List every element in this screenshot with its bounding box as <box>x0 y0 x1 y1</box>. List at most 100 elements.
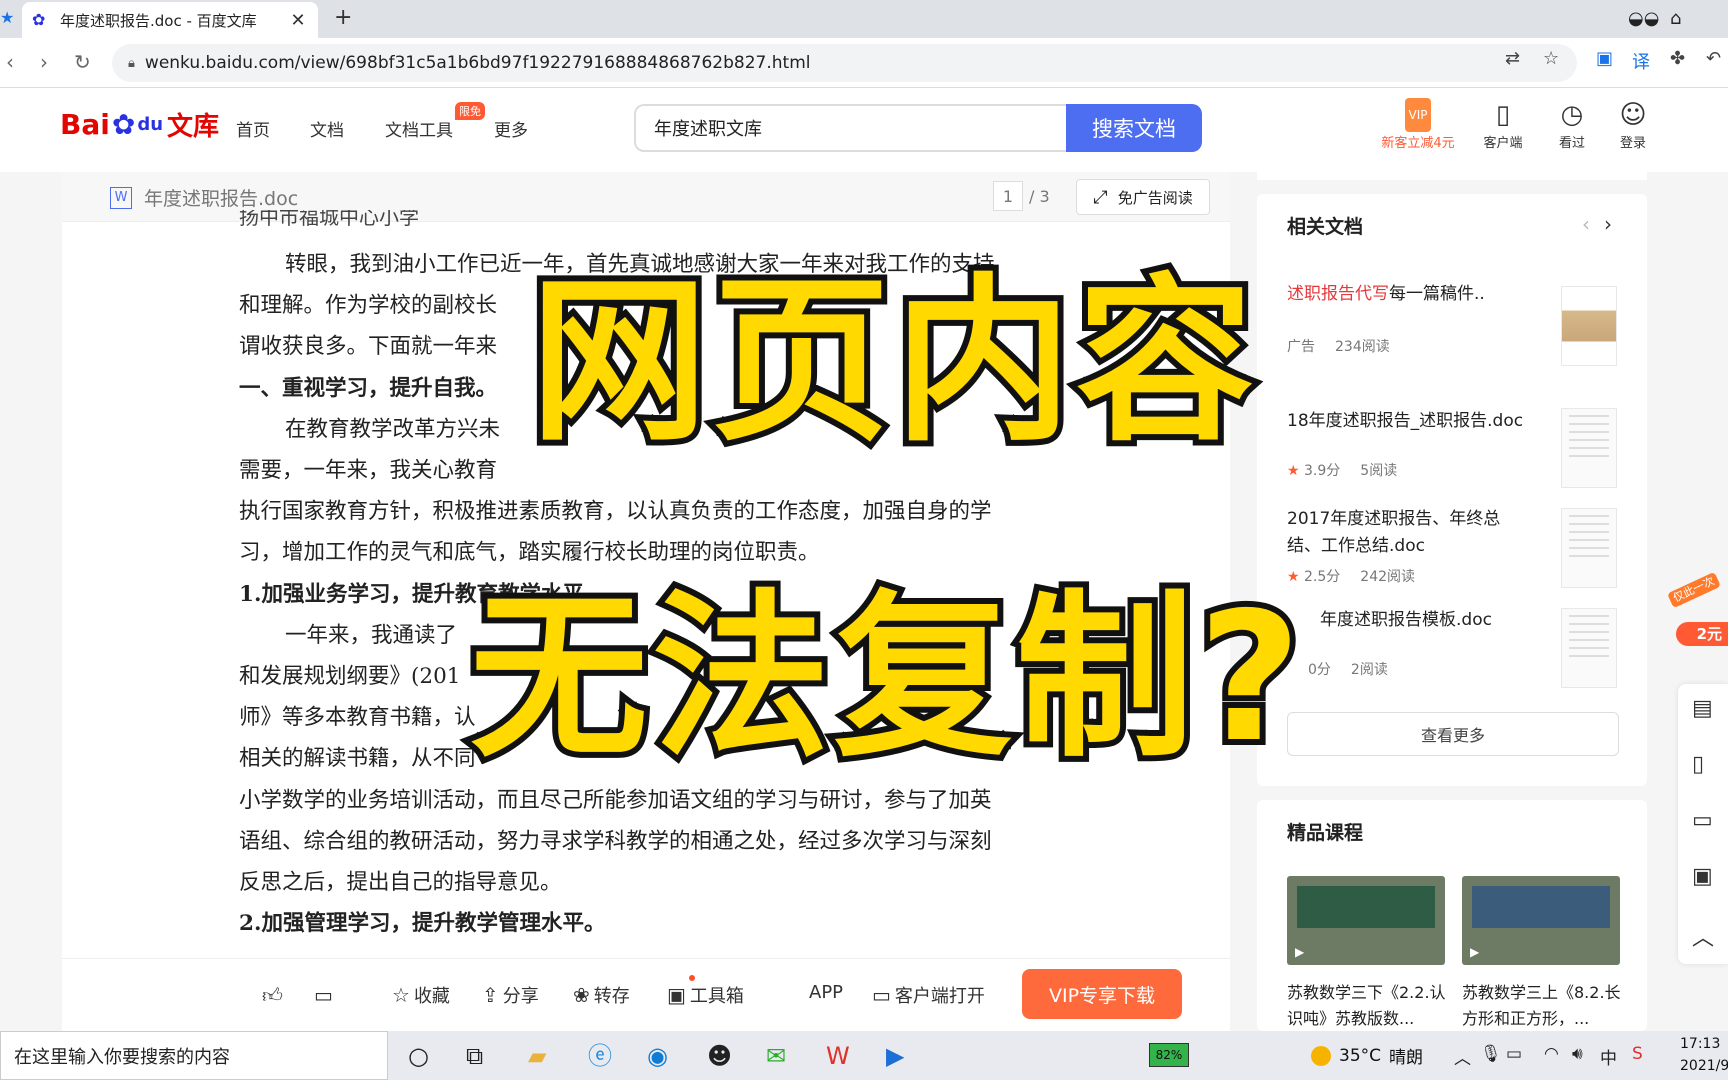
expand-icon: ⤢ <box>1093 186 1108 208</box>
edge-icon[interactable]: ◉ <box>647 1041 668 1071</box>
doc-paragraph: 执行国家教育方针，积极推进素质教育，以认真负责的工作态度，加强自身的学 <box>239 499 992 525</box>
login-button[interactable]: ☺ 登录 <box>1615 98 1651 151</box>
read-count: 242阅读 <box>1360 569 1416 585</box>
close-tab-icon[interactable]: ✕ <box>288 10 308 31</box>
ad-prefix: 述职报告代写 <box>1287 284 1389 304</box>
forward-icon[interactable]: › <box>40 50 48 74</box>
nav-doc-tools[interactable]: 文档工具 <box>385 116 453 141</box>
baidu-wenku-logo[interactable]: Bai ✿ du 文库 <box>60 102 219 146</box>
url-field[interactable]: 🔒︎ wenku.baidu.com/view/698bf31c5a1b6bd9… <box>112 44 1577 82</box>
cloud-transfer-icon: ❀ <box>573 983 590 1007</box>
client-button[interactable]: ▯ 客户端 <box>1480 98 1526 151</box>
vip-download-button[interactable]: VIP专享下载 <box>1022 969 1182 1019</box>
site-header: Bai ✿ du 文库 首页 文档 文档工具 限免 更多 年度述职文库 搜索文档… <box>0 88 1728 172</box>
clock-icon: ◷ <box>1560 100 1584 130</box>
no-ad-reading-button[interactable]: ⤢ 免广告阅读 <box>1076 179 1210 215</box>
file-explorer-icon[interactable]: ▰ <box>528 1041 546 1071</box>
tray-expand-icon[interactable]: ︿ <box>1454 1044 1471 1069</box>
incognito-icon[interactable]: ◒◒ <box>1628 8 1659 29</box>
new-tab-icon[interactable]: + <box>334 5 352 30</box>
bookmark-star-icon[interactable]: ★ <box>0 8 14 27</box>
clipboard-icon[interactable]: ▣ <box>1692 864 1713 889</box>
sogou-ime-icon[interactable]: S <box>1632 1044 1643 1064</box>
taskbar-search-placeholder: 在这里输入你要搜索的内容 <box>14 1046 230 1068</box>
share-label: 分享 <box>502 986 539 1007</box>
app-button[interactable]: APP <box>809 982 843 1003</box>
microphone-icon[interactable]: 🎙︎ <box>1480 1044 1502 1064</box>
related-doc-thumbnail[interactable] <box>1561 286 1617 366</box>
notification-dot <box>689 975 695 981</box>
course-thumbnail[interactable]: ▶ <box>1462 876 1620 965</box>
overlay-headline-1: 网页内容 <box>524 256 1260 468</box>
related-doc-thumbnail[interactable] <box>1561 608 1617 688</box>
related-doc-item[interactable]: 18年度述职报告_述职报告.doc ★ 3.9分 5阅读 <box>1287 408 1567 480</box>
related-doc-thumbnail[interactable] <box>1561 408 1617 488</box>
related-doc-item[interactable]: 年度述职报告模板.doc 0分 2阅读 <box>1287 607 1567 679</box>
comment-button[interactable]: ▭ <box>314 983 337 1007</box>
ie-browser-icon[interactable]: ⓔ <box>588 1041 612 1071</box>
related-doc-thumbnail[interactable] <box>1561 508 1617 588</box>
extension-icon[interactable]: ▣ <box>1596 48 1613 69</box>
translate-extension-icon[interactable]: 译 <box>1632 48 1650 74</box>
wps-icon[interactable]: W <box>826 1041 850 1071</box>
next-icon[interactable]: › <box>1604 212 1612 236</box>
briefcase-icon[interactable]: ▤ <box>1692 696 1713 721</box>
volume-icon[interactable]: 🔊︎ <box>1572 1044 1583 1064</box>
prev-icon[interactable]: ‹ <box>1582 212 1590 236</box>
taskbar-search-input[interactable]: 在这里输入你要搜索的内容 <box>0 1031 388 1080</box>
search-button[interactable]: 搜索文档 <box>1066 104 1202 152</box>
user-icon: ☺ <box>1619 100 1647 130</box>
promo-widget[interactable]: 仅此一次 2元 <box>1667 571 1728 662</box>
nav-home[interactable]: 首页 <box>236 116 270 141</box>
free-badge: 限免 <box>455 102 485 120</box>
undo-icon[interactable]: ↶ <box>1706 48 1721 69</box>
vip-promo[interactable]: VIP 新客立减4元 <box>1374 98 1462 151</box>
task-view-icon[interactable]: ⧉ <box>466 1041 483 1071</box>
battery-indicator[interactable]: 82% <box>1149 1043 1189 1067</box>
toolbox-button[interactable]: ▣ 工具箱 <box>667 982 744 1008</box>
play-icon: ▶ <box>1470 945 1480 959</box>
battery-icon[interactable]: ▭ <box>1506 1044 1522 1064</box>
comment-icon: ▭ <box>314 983 333 1007</box>
search-input[interactable]: 年度述职文库 <box>634 104 1067 152</box>
qq-icon[interactable]: ☻ <box>707 1041 732 1071</box>
see-more-button[interactable]: 查看更多 <box>1287 712 1619 756</box>
sun-icon <box>1311 1045 1331 1066</box>
course-title[interactable]: 苏教数学三下《2.2.认识吨》苏教版数... <box>1287 980 1447 1032</box>
feedback-icon[interactable]: ▭ <box>1692 808 1713 833</box>
bookmark-icon[interactable]: ☆ <box>1543 48 1559 69</box>
ime-icon[interactable]: 中 <box>1600 1044 1617 1069</box>
reload-icon[interactable]: ↻ <box>74 50 91 74</box>
wechat-icon[interactable]: ✉ <box>766 1041 786 1071</box>
page-current-input[interactable]: 1 <box>993 181 1023 211</box>
browser-tab[interactable]: ✿ 年度述职报告.doc - 百度文库 ✕ <box>22 2 318 38</box>
video-recorder-icon[interactable]: ▶ <box>886 1041 904 1071</box>
course-title[interactable]: 苏教数学三上《8.2.长方形和正方形，... <box>1462 980 1622 1032</box>
transfer-button[interactable]: ❀ 转存 <box>573 982 630 1008</box>
back-to-top-icon[interactable]: ︿ <box>1692 920 1714 952</box>
puzzle-icon[interactable]: ✤ <box>1670 48 1685 69</box>
back-icon[interactable]: ‹ <box>6 50 14 74</box>
wifi-icon[interactable]: ◠ <box>1544 1044 1559 1064</box>
collect-button[interactable]: ☆ 收藏 <box>392 982 450 1008</box>
share-button[interactable]: ⇪ 分享 <box>482 982 539 1008</box>
cortana-icon[interactable]: ○ <box>408 1041 429 1071</box>
course-thumbnail[interactable]: ▶ <box>1287 876 1445 965</box>
like-button[interactable]: 👍︎ <box>262 983 287 1008</box>
star-icon: ☆ <box>392 983 410 1007</box>
nav-more[interactable]: 更多 <box>494 116 528 141</box>
weather-widget[interactable]: 35°C 晴朗 <box>1311 1043 1423 1068</box>
related-doc-item[interactable]: 述职报告代写每一篇稿件.. 广告 234阅读 <box>1287 281 1567 356</box>
phone-icon[interactable]: ▯ <box>1692 752 1704 777</box>
clock[interactable]: 17:13 2021/9, <box>1680 1033 1728 1077</box>
open-client-button[interactable]: ▭ 客户端打开 <box>872 982 985 1008</box>
related-docs-title: 相关文档 <box>1287 216 1364 238</box>
related-doc-item[interactable]: 2017年度述职报告、年终总结、工作总结.doc ★ 2.5分 242阅读 <box>1287 506 1567 586</box>
weather-text: 晴朗 <box>1389 1048 1424 1068</box>
translate-page-icon[interactable]: ⇄ <box>1505 48 1520 69</box>
history-button[interactable]: ◷ 看过 <box>1554 98 1590 151</box>
doc-name-text: 年度述职报告.doc <box>144 188 299 210</box>
thumbs-up-icon: 👍︎ <box>262 983 283 1007</box>
nav-docs[interactable]: 文档 <box>310 116 344 141</box>
shirt-icon[interactable]: ⌂ <box>1670 8 1681 29</box>
